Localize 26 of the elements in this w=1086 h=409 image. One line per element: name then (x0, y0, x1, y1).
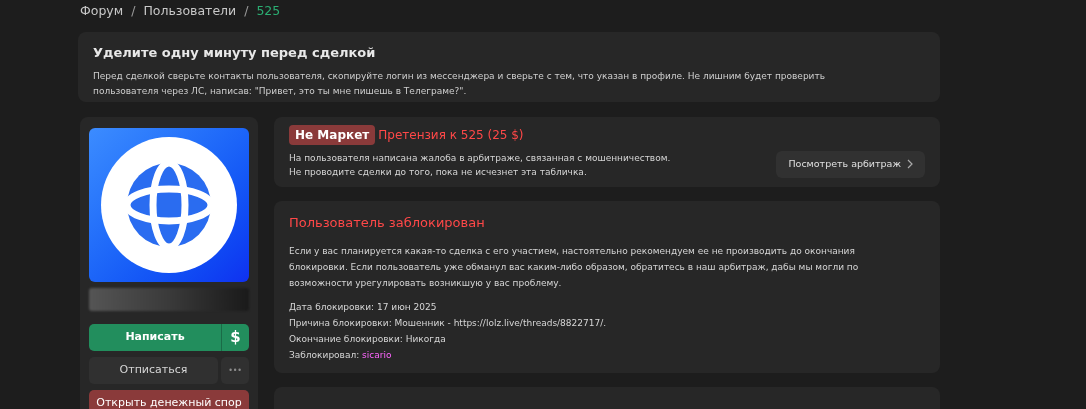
donate-button[interactable]: $ (221, 324, 249, 351)
claim-title: Претензия к 525 (25 $) (378, 127, 524, 144)
notice-text: Перед сделкой сверьте контакты пользователя, скопируйте логин из мессенджера и сверьте с тем, что указан в профиле. Не лишним будет проверить пользователя через ЛС, написав: "Привет, это ты мне пишешь в Телеграме?". (93, 69, 826, 98)
view-arbitration-button[interactable]: Посмотреть арбитраж (776, 150, 925, 178)
chevron-icon (907, 159, 913, 169)
ban-text: Если у вас планируется какая-то сделка с его участием, настоятельно рекомендуем ее не производить до окончания блокировки. Если пользователь уже обманул вас каким-либо образом, обратитесь в наш арбитраж, дабы мы могли по возможности урегулировать возникшую у вас проблему. (289, 244, 860, 290)
breadcrumb-link[interactable]: Форум (80, 2, 124, 21)
breadcrumb-link[interactable]: Пользователи (143, 2, 237, 21)
claim-text: Не проводите сделки до того, пока не исчезнет эта табличка. (289, 166, 588, 179)
ban-detail: Причина блокировки: Мошенник - https://lolz.live/threads/8822717/. (289, 316, 608, 330)
ban-title: Пользователь заблокирован (289, 214, 486, 232)
unsubscribe-button[interactable]: Отписаться (89, 357, 218, 384)
ban-detail: Дата блокировки: 17 июн 2025 (289, 300, 438, 314)
breadcrumb-separator: / (131, 2, 136, 21)
breadcrumb-separator: / (244, 2, 249, 21)
market-badge: Не Маркет (289, 125, 376, 145)
globe-icon (101, 136, 237, 273)
notice-title: Уделите одну минуту перед сделкой (93, 44, 377, 62)
dispute-button[interactable]: Открыть денежный спор (89, 390, 249, 409)
write-button[interactable]: Написать (89, 324, 221, 351)
ban-detail: Окончание блокировки: Никогда (289, 332, 447, 346)
ban-detail: Заблокировал: sicario (289, 348, 393, 362)
claim-text: На пользователя написана жалоба в арбитраже, связанная с мошенничеством. (289, 152, 671, 165)
breadcrumb-link[interactable]: 525 (256, 2, 281, 21)
user-link[interactable]: sicario (362, 349, 392, 360)
more-button[interactable]: ••• (221, 357, 249, 384)
